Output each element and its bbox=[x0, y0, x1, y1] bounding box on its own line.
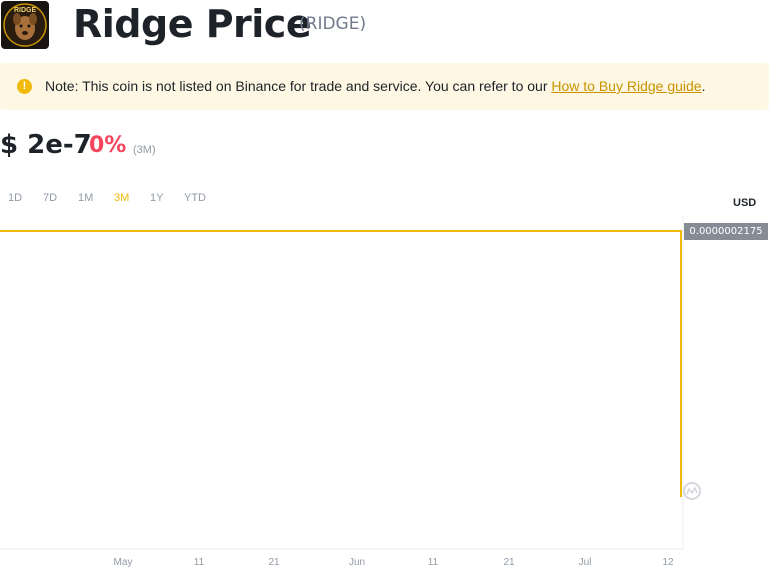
notice-text: Note: This coin is not listed on Binance… bbox=[45, 78, 705, 94]
price-chart[interactable] bbox=[0, 215, 783, 575]
coin-ticker: (RIDGE) bbox=[299, 14, 367, 34]
x-tick-label: Jun bbox=[348, 557, 366, 568]
notice-message: Note: This coin is not listed on Binance… bbox=[45, 78, 552, 94]
range-tab-1d[interactable]: 1D bbox=[8, 192, 22, 204]
coinmarketcap-watermark-icon bbox=[683, 482, 701, 500]
x-tick-label: 21 bbox=[268, 557, 280, 568]
price-line bbox=[0, 230, 682, 497]
x-tick-label: Jul bbox=[578, 557, 592, 568]
last-price-label: 0.0000002175 bbox=[684, 223, 768, 240]
x-tick-label: 11 bbox=[193, 557, 205, 568]
logo-text: RIDGE bbox=[14, 7, 37, 14]
range-tab-7d[interactable]: 7D bbox=[43, 192, 57, 204]
exclamation-icon: ! bbox=[17, 79, 32, 94]
current-price: $ 2e-7 bbox=[0, 130, 92, 160]
x-tick-label: 11 bbox=[427, 557, 439, 568]
notice-suffix: . bbox=[701, 78, 706, 94]
series-layer bbox=[0, 230, 682, 498]
coin-logo: RIDGE bbox=[1, 1, 49, 49]
price-change: 0% bbox=[89, 133, 127, 158]
range-tab-1y[interactable]: 1Y bbox=[150, 192, 163, 204]
range-tab-1m[interactable]: 1M bbox=[78, 192, 93, 204]
range-tab-3m[interactable]: 3M bbox=[114, 192, 129, 204]
x-tick-label: May bbox=[113, 557, 133, 568]
x-tick-label: 12 bbox=[662, 557, 674, 568]
how-to-buy-link[interactable]: How to Buy Ridge guide bbox=[551, 78, 701, 94]
currency-label: USD bbox=[733, 197, 757, 209]
page-title: Ridge Price bbox=[73, 2, 312, 46]
x-tick-label: 21 bbox=[503, 557, 515, 568]
notice-banner: ! Note: This coin is not listed on Binan… bbox=[0, 63, 769, 110]
range-tab-ytd[interactable]: YTD bbox=[184, 192, 206, 204]
change-period: (3M) bbox=[133, 144, 156, 156]
